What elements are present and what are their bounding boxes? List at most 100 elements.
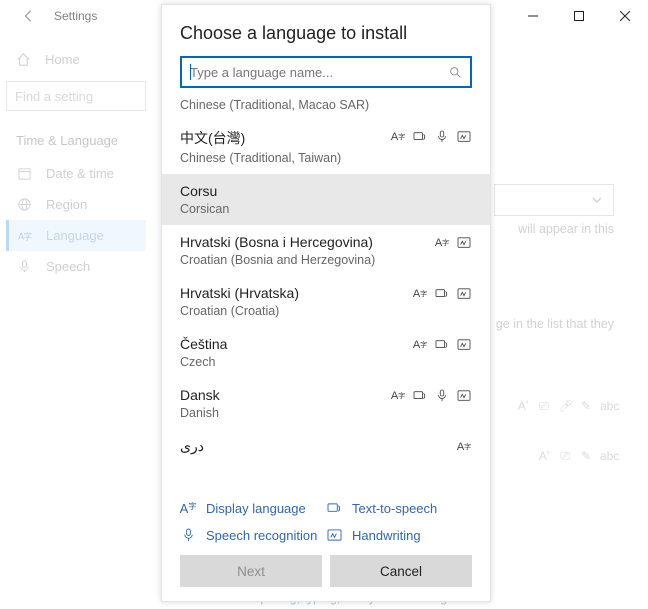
sidebar-item-label: Speech bbox=[46, 259, 90, 274]
microphone-icon bbox=[434, 129, 450, 145]
legend-sr: Speech recognition bbox=[180, 528, 326, 543]
sidebar-item-region[interactable]: Region bbox=[6, 189, 146, 220]
dialog-buttons: Next Cancel bbox=[162, 555, 490, 601]
language-features: A字 bbox=[412, 337, 472, 353]
minimize-button[interactable] bbox=[510, 0, 556, 32]
tts-icon bbox=[326, 502, 342, 515]
language-features: A字 bbox=[434, 235, 472, 251]
language-icon: A字 bbox=[16, 228, 32, 243]
body-text: will appear in this bbox=[518, 222, 614, 236]
language-english: Czech bbox=[180, 355, 472, 369]
language-item[interactable]: Hrvatski (Hrvatska)Croatian (Croatia)A字 bbox=[162, 276, 490, 327]
sidebar-item-language[interactable]: A字 Language bbox=[6, 220, 146, 251]
display-icon: A字 bbox=[456, 439, 472, 455]
display-icon: A字 bbox=[390, 388, 406, 404]
display-icon: A字 bbox=[390, 129, 406, 145]
legend-hw: Handwriting bbox=[326, 528, 472, 543]
settings-search[interactable]: Find a setting bbox=[6, 81, 146, 111]
feature-legend: A字Display language Text-to-speech Speech… bbox=[162, 491, 490, 555]
globe-icon bbox=[16, 197, 32, 212]
cancel-button[interactable]: Cancel bbox=[330, 555, 472, 587]
sidebar-home[interactable]: Home bbox=[6, 46, 146, 73]
language-list[interactable]: Chinese (Traditional, Macao SAR) 中文(台灣)C… bbox=[162, 98, 490, 491]
language-item[interactable]: Hrvatski (Bosna i Hercegovina) Croatian (… bbox=[162, 225, 490, 276]
language-features: A字 bbox=[390, 388, 472, 404]
sidebar-item-date-time[interactable]: Date & time bbox=[6, 158, 146, 189]
dialog-title: Choose a language to install bbox=[162, 5, 490, 56]
display-icon: A字 bbox=[180, 501, 196, 516]
language-item[interactable]: 中文(台灣)Chinese (Traditional, Taiwan)A字 bbox=[162, 119, 490, 174]
settings-search-placeholder: Find a setting bbox=[15, 89, 93, 104]
sidebar: Home Find a setting Time & Language Date… bbox=[0, 32, 152, 609]
handwriting-icon bbox=[456, 337, 472, 353]
language-features: A字 bbox=[390, 129, 472, 145]
microphone-icon bbox=[16, 259, 32, 274]
back-button[interactable] bbox=[14, 1, 44, 31]
tts-icon: ⎚ bbox=[558, 449, 572, 464]
close-button[interactable] bbox=[602, 0, 648, 32]
language-install-dialog: Choose a language to install Chinese (Tr… bbox=[161, 4, 491, 602]
sidebar-item-speech[interactable]: Speech bbox=[6, 251, 146, 282]
language-search-input[interactable] bbox=[190, 65, 449, 80]
language-english: Croatian (Croatia) bbox=[180, 304, 472, 318]
home-icon bbox=[16, 52, 31, 67]
mic-icon: 🎤︎ bbox=[558, 399, 572, 414]
close-icon bbox=[620, 11, 630, 21]
minimize-icon bbox=[528, 11, 538, 21]
language-english: Corsican bbox=[180, 202, 472, 216]
language-english: Chinese (Traditional, Taiwan) bbox=[180, 151, 472, 165]
handwriting-icon bbox=[456, 235, 472, 251]
sidebar-item-label: Language bbox=[46, 228, 104, 243]
display-icon: A字 bbox=[434, 235, 450, 251]
display-icon: A字 bbox=[412, 337, 428, 353]
feature-icons-row: Aᵃ ⎚ ✎ abc bbox=[537, 449, 614, 464]
language-english: Croatian (Bosnia and Herzegovina) bbox=[180, 253, 472, 267]
text-caret bbox=[190, 64, 191, 80]
microphone-icon bbox=[434, 388, 450, 404]
svg-text:字: 字 bbox=[23, 231, 31, 241]
tts-icon bbox=[434, 337, 450, 353]
sidebar-section: Time & Language bbox=[6, 127, 146, 152]
language-features: A字 bbox=[412, 286, 472, 302]
arrow-left-icon bbox=[22, 9, 36, 23]
language-native: Corsu bbox=[180, 183, 472, 199]
legend-display: A字Display language bbox=[180, 501, 326, 516]
language-native: Hrvatski (Bosna i Hercegovina) bbox=[180, 234, 472, 250]
language-native: درى bbox=[180, 438, 472, 455]
handwriting-icon bbox=[326, 529, 342, 542]
maximize-icon bbox=[574, 11, 584, 21]
chevron-down-icon bbox=[591, 194, 603, 206]
clock-icon bbox=[16, 166, 32, 181]
handwriting-icon bbox=[456, 388, 472, 404]
handwriting-icon bbox=[456, 286, 472, 302]
spell-icon: abc bbox=[600, 399, 614, 414]
tts-icon bbox=[434, 286, 450, 302]
display-icon: A字 bbox=[412, 286, 428, 302]
language-item[interactable]: درىA字 bbox=[162, 429, 490, 467]
spell-icon: abc bbox=[600, 449, 614, 464]
body-text: ge in the list that they bbox=[496, 317, 614, 331]
language-item[interactable]: ČeštinaCzechA字 bbox=[162, 327, 490, 378]
tts-icon: ⎚ bbox=[537, 399, 551, 414]
language-item-partial[interactable]: Chinese (Traditional, Macao SAR) bbox=[162, 98, 490, 119]
hw-icon: ✎ bbox=[579, 449, 593, 464]
language-search[interactable] bbox=[180, 56, 472, 88]
display-icon: Aᵃ bbox=[537, 449, 551, 464]
microphone-icon bbox=[180, 528, 196, 543]
legend-tts: Text-to-speech bbox=[326, 501, 472, 516]
language-item[interactable]: DanskDanishA字 bbox=[162, 378, 490, 429]
hw-icon: ✎ bbox=[579, 399, 593, 414]
language-features: A字 bbox=[456, 439, 472, 455]
sidebar-item-label: Date & time bbox=[46, 166, 114, 181]
tts-icon bbox=[412, 129, 428, 145]
sidebar-home-label: Home bbox=[45, 52, 80, 67]
language-english: Danish bbox=[180, 406, 472, 420]
display-icon: Aᵃ bbox=[516, 399, 530, 414]
dropdown-ghost[interactable] bbox=[494, 184, 614, 216]
handwriting-icon bbox=[456, 129, 472, 145]
language-item[interactable]: Corsu Corsican bbox=[162, 174, 490, 225]
sidebar-item-label: Region bbox=[46, 197, 87, 212]
tts-icon bbox=[412, 388, 428, 404]
maximize-button[interactable] bbox=[556, 0, 602, 32]
next-button[interactable]: Next bbox=[180, 555, 322, 587]
